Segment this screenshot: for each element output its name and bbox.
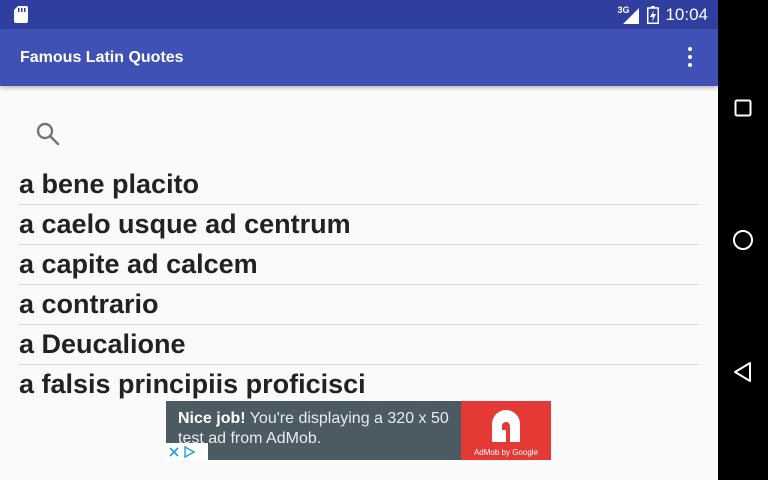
admob-logo: AdMob by Google	[461, 401, 551, 460]
quote-item[interactable]: a contrario	[19, 285, 699, 325]
back-icon[interactable]	[728, 357, 758, 387]
status-time: 10:04	[665, 5, 708, 24]
quote-list: a bene placito a caelo usque ad centrum …	[19, 165, 699, 405]
quote-item[interactable]: a caelo usque ad centrum	[19, 205, 699, 245]
quote-item[interactable]: a Deucalione	[19, 325, 699, 365]
app-screen: 3G 10:04 Famous Latin Quotes a bene plac…	[0, 0, 718, 480]
navigation-bar	[718, 0, 768, 480]
signal-icon: 3G	[617, 5, 641, 25]
app-bar: Famous Latin Quotes	[0, 29, 718, 86]
search-icon[interactable]	[34, 120, 62, 148]
sd-card-icon	[14, 6, 28, 23]
ad-choices-icon[interactable]	[166, 443, 208, 460]
app-title: Famous Latin Quotes	[20, 49, 184, 66]
status-bar: 3G 10:04	[0, 0, 718, 29]
ad-headline: Nice job!	[178, 410, 246, 427]
battery-icon	[647, 5, 660, 24]
overflow-menu-icon[interactable]	[678, 45, 702, 69]
quote-item[interactable]: a falsis principiis proficisci	[19, 365, 699, 405]
ad-text: Nice job! You're displaying a 320 x 50 t…	[178, 409, 468, 449]
admob-logo-caption: AdMob by Google	[473, 448, 539, 457]
quote-item[interactable]: a bene placito	[19, 165, 699, 205]
ad-banner[interactable]: Nice job! You're displaying a 320 x 50 t…	[166, 401, 551, 460]
quote-item[interactable]: a capite ad calcem	[19, 245, 699, 285]
home-icon[interactable]	[728, 225, 758, 255]
recents-icon[interactable]	[728, 93, 758, 123]
